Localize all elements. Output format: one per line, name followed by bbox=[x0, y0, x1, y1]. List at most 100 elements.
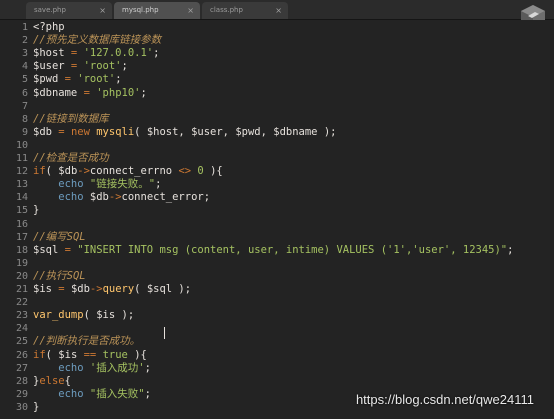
line-number: 24 bbox=[15, 323, 28, 335]
code-token: = bbox=[51, 125, 71, 138]
close-icon[interactable]: × bbox=[187, 2, 194, 19]
code-token: 'root' bbox=[83, 60, 122, 73]
code-line[interactable]: $dbname = 'php10'; bbox=[33, 87, 147, 100]
code-token: //检查是否成功 bbox=[33, 152, 109, 164]
code-token: = bbox=[64, 47, 84, 60]
code-line[interactable]: //检查是否成功 bbox=[33, 152, 109, 165]
code-token: ){ bbox=[134, 348, 147, 361]
code-line[interactable]: //链接到数据库 bbox=[33, 113, 109, 126]
line-number: 13 bbox=[15, 179, 28, 191]
code-token: connect_errno bbox=[89, 165, 179, 178]
code-token: $db bbox=[70, 283, 90, 295]
code-token: true bbox=[96, 348, 135, 361]
tab-save-php[interactable]: save.php × bbox=[26, 2, 112, 19]
line-number: 23 bbox=[15, 310, 28, 322]
code-line[interactable]: $host = '127.0.0.1'; bbox=[33, 47, 159, 60]
tab-mysql-php[interactable]: mysql.php × bbox=[114, 2, 200, 19]
code-line[interactable]: //执行SQL bbox=[33, 270, 86, 283]
line-number: 27 bbox=[15, 362, 28, 374]
code-line[interactable]: $db = new mysqli( $host, $user, $pwd, $d… bbox=[33, 126, 336, 139]
code-line[interactable]: echo "插入失败"; bbox=[33, 388, 151, 401]
code-line[interactable]: }else{ bbox=[33, 375, 71, 388]
line-number: 2 bbox=[21, 35, 28, 47]
code-token: $host bbox=[33, 47, 65, 60]
line-number: 18 bbox=[15, 244, 28, 256]
code-token: mysqli bbox=[96, 125, 135, 138]
code-token: echo bbox=[33, 387, 90, 400]
line-number: 22 bbox=[15, 297, 28, 309]
code-line[interactable]: echo '插入成功'; bbox=[33, 362, 151, 375]
code-line[interactable]: $sql = "INSERT INTO msg (content, user, … bbox=[33, 244, 513, 257]
code-token: = bbox=[51, 283, 71, 295]
code-token: ( $is bbox=[45, 348, 84, 361]
code-token: { bbox=[64, 374, 71, 387]
code-token: //预先定义数据库链接参数 bbox=[33, 34, 162, 47]
line-number: 6 bbox=[21, 87, 28, 99]
text-cursor bbox=[164, 327, 165, 339]
line-number: 11 bbox=[15, 153, 28, 164]
code-token: -> bbox=[108, 191, 122, 204]
code-line[interactable]: $is = $db->query( $sql ); bbox=[33, 283, 191, 296]
code-token: //判断执行是否成功。 bbox=[33, 335, 141, 348]
code-token: -> bbox=[77, 165, 90, 178]
line-number: 17 bbox=[15, 231, 28, 243]
code-token: ; bbox=[115, 73, 122, 86]
code-line[interactable]: if( $db->connect_errno <> 0 ){ bbox=[33, 165, 223, 178]
code-token: $user bbox=[33, 60, 65, 73]
line-number: 25 bbox=[15, 336, 28, 348]
code-token: else bbox=[39, 374, 65, 387]
code-token: "链接失败。" bbox=[89, 178, 156, 191]
code-line[interactable]: } bbox=[33, 401, 39, 414]
code-line[interactable]: if( $is == true ){ bbox=[33, 349, 147, 362]
code-token: ( $is ); bbox=[83, 309, 135, 322]
code-editor[interactable]: 1 2 3 4 5 6 7 8 9 10 11 12 13 14 15 16 17 18 19 20 21 22 23 24 2… bbox=[0, 20, 554, 419]
code-token: ; bbox=[144, 387, 151, 400]
code-line[interactable]: $pwd = 'root'; bbox=[33, 73, 122, 86]
code-token: $dbname bbox=[33, 86, 78, 99]
code-line[interactable]: //编写SQL bbox=[33, 231, 86, 244]
line-number: 10 bbox=[15, 139, 28, 151]
code-token: if bbox=[33, 165, 46, 178]
code-token: ( $host, $user, $pwd, $dbname ); bbox=[134, 125, 337, 138]
line-number-gutter: 1 2 3 4 5 6 7 8 9 10 11 12 13 14 15 16 17 18 19 20 21 22 23 24 2… bbox=[0, 20, 28, 419]
code-line[interactable]: } bbox=[33, 204, 39, 217]
code-line[interactable]: //预先定义数据库链接参数 bbox=[33, 34, 161, 47]
code-token: ; bbox=[140, 86, 147, 99]
code-line[interactable]: echo "链接失败。"; bbox=[33, 178, 161, 191]
code-token: var_dump bbox=[33, 309, 84, 322]
line-number: 20 bbox=[15, 270, 28, 282]
code-token: 0 bbox=[191, 165, 211, 178]
code-token: ; bbox=[153, 47, 160, 60]
code-token: echo bbox=[33, 361, 90, 374]
code-token: ; bbox=[155, 178, 162, 191]
tab-label: mysql.php bbox=[122, 6, 159, 14]
code-token: new bbox=[70, 125, 97, 138]
line-number: 12 bbox=[15, 166, 28, 178]
code-token: query bbox=[102, 283, 135, 295]
line-number: 9 bbox=[21, 126, 28, 138]
tab-label: save.php bbox=[34, 6, 66, 14]
tab-class-php[interactable]: class.php × bbox=[202, 2, 288, 19]
close-icon[interactable]: × bbox=[99, 2, 106, 19]
line-number: 7 bbox=[21, 100, 28, 112]
code-line[interactable]: //判断执行是否成功。 bbox=[33, 335, 140, 348]
code-token: if bbox=[33, 348, 46, 361]
code-line[interactable]: <?php bbox=[33, 21, 65, 34]
code-line[interactable]: var_dump( $is ); bbox=[33, 309, 134, 322]
code-token: ; bbox=[507, 243, 514, 256]
code-token: $is bbox=[33, 283, 52, 295]
code-token: } bbox=[33, 400, 40, 413]
watermark: https://blog.csdn.net/qwe24111 bbox=[355, 392, 534, 407]
code-token: -> bbox=[89, 283, 103, 295]
code-token: = bbox=[64, 60, 84, 73]
code-line[interactable]: echo $db->connect_error; bbox=[33, 191, 210, 204]
code-token: '127.0.0.1' bbox=[83, 47, 154, 60]
code-token: ( $db bbox=[45, 165, 78, 178]
code-line[interactable]: $user = 'root'; bbox=[33, 60, 128, 73]
code-token: $db bbox=[89, 191, 109, 204]
close-icon[interactable]: × bbox=[275, 2, 282, 19]
code-token: "插入失败" bbox=[89, 387, 145, 400]
code-token: ){ bbox=[210, 165, 223, 178]
line-number: 4 bbox=[21, 61, 28, 73]
code-token: //编写SQL bbox=[33, 230, 86, 243]
